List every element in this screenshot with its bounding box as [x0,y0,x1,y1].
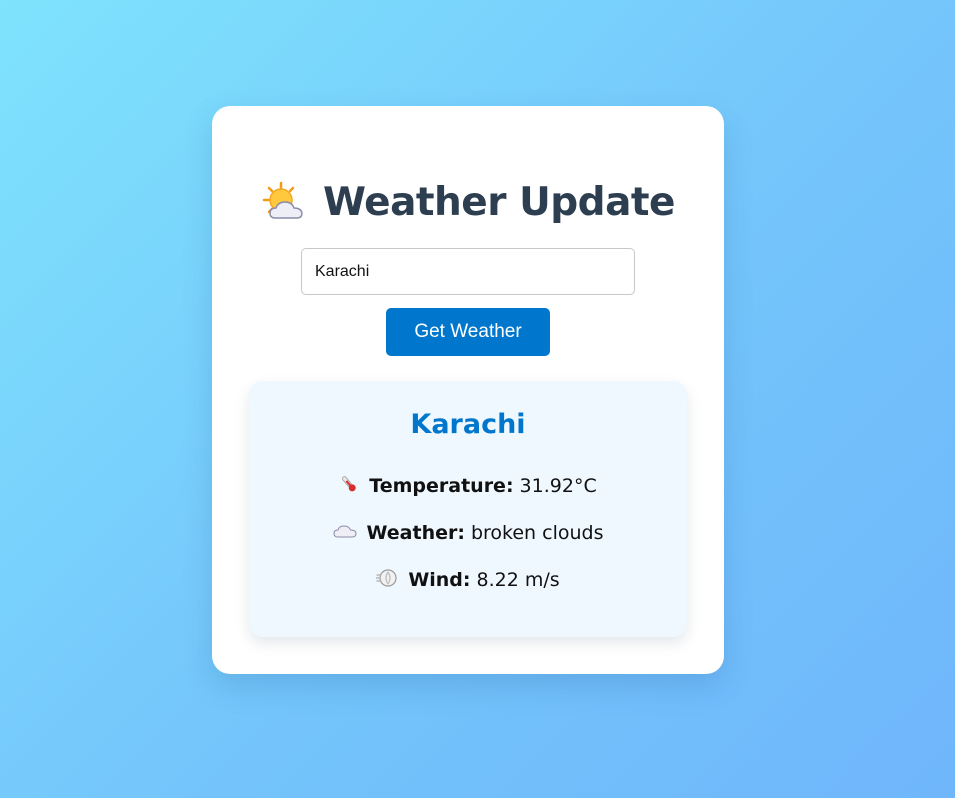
weather-value: broken clouds [470,522,604,544]
temperature-row: Temperature: 31.92°C [249,473,687,499]
weather-card: Weather Update Get Weather Karachi Tempe… [212,106,724,674]
weather-row: Weather: broken clouds [249,520,687,546]
app-header: Weather Update [212,178,724,226]
wind-row: Wind: 8.22 m/s [249,567,687,593]
temperature-label: Temperature: [369,475,514,497]
sun-behind-cloud-icon [261,180,307,224]
temperature-value: 31.92°C [519,475,597,497]
wind-icon [375,567,398,594]
result-city-name: Karachi [410,409,526,440]
wind-label: Wind: [408,569,471,591]
weather-label: Weather: [366,522,465,544]
page-title: Weather Update [323,179,675,225]
weather-result-panel: Karachi Temperature: 31.92°C Weather: br… [249,381,687,637]
wind-value: 8.22 m/s [476,569,560,591]
city-search-input[interactable] [301,248,635,295]
thermometer-icon [339,474,359,499]
get-weather-button[interactable]: Get Weather [386,308,550,356]
cloud-icon [332,522,357,544]
